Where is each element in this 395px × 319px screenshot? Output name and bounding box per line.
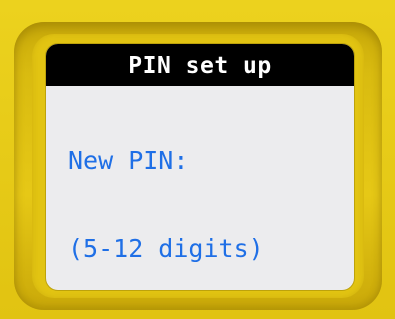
- pin-length-hint: (5-12 digits): [68, 234, 264, 263]
- screen-title: PIN set up: [46, 44, 354, 86]
- new-pin-prompt: New PIN:: [68, 146, 189, 175]
- device-bezel: PIN set up New PIN: (5-12 digits): [0, 0, 395, 319]
- device-screen: PIN set up New PIN: (5-12 digits): [46, 44, 354, 290]
